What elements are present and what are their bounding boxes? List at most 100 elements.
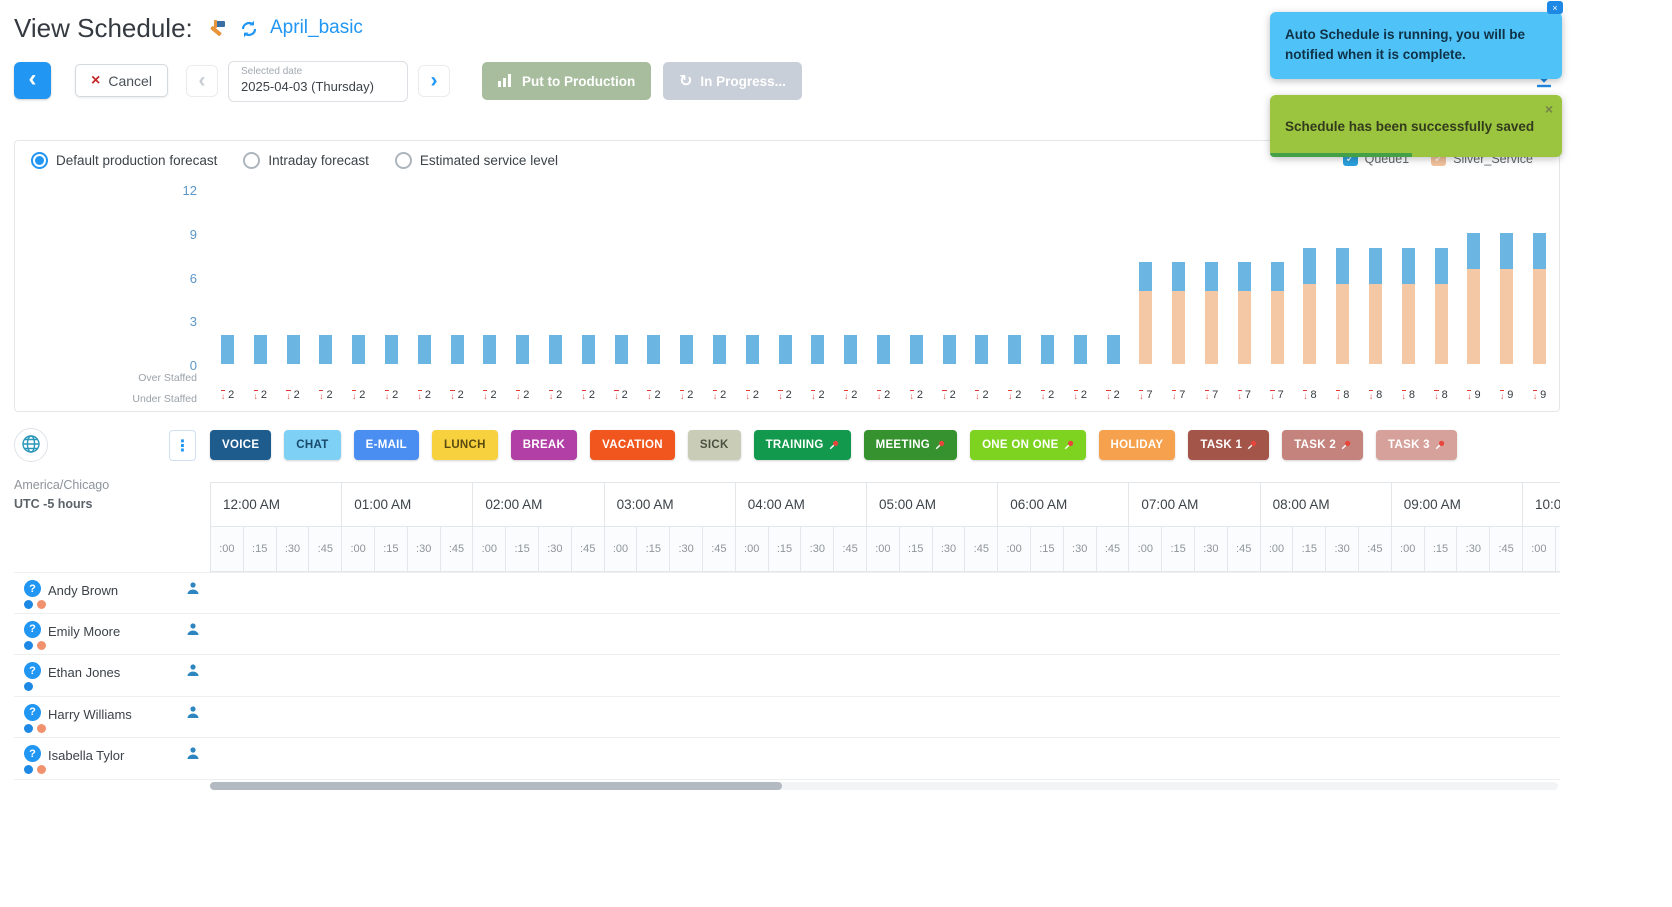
understaffed-badge: ↓8 xyxy=(1293,387,1326,403)
pin-icon xyxy=(1341,440,1351,450)
selected-date-value: 2025-04-03 (Thursday) xyxy=(241,79,407,94)
hour-header-cell: 12:00 AM xyxy=(210,482,341,527)
chart-bar-queue1 xyxy=(779,335,792,364)
activity-chip-training[interactable]: TRAINING xyxy=(754,430,851,460)
close-icon: × xyxy=(91,72,100,90)
understaffed-badge: ↓2 xyxy=(670,387,703,403)
understaffed-arrow-icon: ↓ xyxy=(1369,390,1373,401)
understaffed-arrow-icon: ↓ xyxy=(614,390,618,401)
understaffed-badge: ↓9 xyxy=(1457,387,1490,403)
chart-bar-queue1 xyxy=(877,335,890,364)
interval-header-cell: :15 xyxy=(1424,527,1457,572)
activity-dot xyxy=(24,765,33,774)
schedule-name-link[interactable]: April_basic xyxy=(270,17,363,39)
understaffed-count: 2 xyxy=(589,389,595,401)
understaffed-arrow-icon: ↓ xyxy=(1008,390,1012,401)
back-button[interactable]: ‹ xyxy=(14,62,51,99)
hour-header-cell: 06:00 AM xyxy=(997,482,1128,527)
next-day-button[interactable]: › xyxy=(418,65,450,97)
person-icon[interactable] xyxy=(186,705,200,724)
view-schedule-page: View Schedule: April_basic ‹ ×Cancel ‹ S… xyxy=(0,0,1672,907)
chart-bar-queue1 xyxy=(1041,335,1054,364)
put-to-production-button[interactable]: Put to Production xyxy=(482,62,651,100)
help-icon[interactable]: ? xyxy=(24,580,41,597)
chart-bar-queue1 xyxy=(1500,233,1513,269)
activity-chip-holiday[interactable]: HOLIDAY xyxy=(1099,430,1176,460)
understaffed-count: 2 xyxy=(622,389,628,401)
activity-chip-lunch[interactable]: LUNCH xyxy=(432,430,498,460)
chart-bar-silver-service xyxy=(1336,284,1349,364)
help-icon[interactable]: ? xyxy=(24,662,41,679)
understaffed-arrow-icon: ↓ xyxy=(1139,390,1143,401)
person-icon[interactable] xyxy=(186,663,200,682)
corner-close-icon[interactable]: × xyxy=(1547,1,1563,14)
hour-header-cell: 08:00 AM xyxy=(1260,482,1391,527)
understaffed-badge: ↓2 xyxy=(408,387,441,403)
scrollbar-thumb[interactable] xyxy=(210,782,782,790)
activity-chip-label: ONE ON ONE xyxy=(982,439,1058,451)
chart-bar-queue1 xyxy=(943,335,956,364)
understaffed-badge: ↓2 xyxy=(473,387,506,403)
sync-icon[interactable] xyxy=(239,19,259,44)
understaffed-arrow-icon: ↓ xyxy=(647,390,651,401)
timezone-globe-button[interactable] xyxy=(14,428,48,462)
help-icon[interactable]: ? xyxy=(24,704,41,721)
activity-chip-one-on-one[interactable]: ONE ON ONE xyxy=(970,430,1085,460)
toast-close-icon[interactable]: × xyxy=(1545,101,1553,117)
activity-dots xyxy=(24,765,46,774)
understaffed-arrow-icon: ↓ xyxy=(385,390,389,401)
understaffed-badge: ↓2 xyxy=(998,387,1031,403)
activity-chip-task-2[interactable]: TASK 2 xyxy=(1282,430,1363,460)
previous-day-button[interactable]: ‹ xyxy=(186,65,218,97)
interval-header-cell: :15 xyxy=(899,527,932,572)
toast-info-message: Auto Schedule is running, you will be no… xyxy=(1285,27,1525,62)
understaffed-badge: ↓7 xyxy=(1261,387,1294,403)
understaffed-arrow-icon: ↓ xyxy=(221,390,225,401)
understaffed-count: 2 xyxy=(261,389,267,401)
person-icon[interactable] xyxy=(186,622,200,641)
activity-chip-label: TASK 3 xyxy=(1388,439,1430,451)
understaffed-arrow-icon: ↓ xyxy=(1270,390,1274,401)
activity-chip-voice[interactable]: VOICE xyxy=(210,430,271,460)
hour-header-cell: 09:00 AM xyxy=(1391,482,1522,527)
understaffed-arrow-icon: ↓ xyxy=(319,390,323,401)
cancel-button[interactable]: ×Cancel xyxy=(75,64,168,97)
horizontal-scrollbar[interactable] xyxy=(210,782,1558,790)
person-icon[interactable] xyxy=(186,746,200,765)
y-axis-tick: 3 xyxy=(135,315,197,329)
chart-bar-silver-service xyxy=(1205,291,1218,364)
understaffed-count: 7 xyxy=(1212,389,1218,401)
help-icon[interactable]: ? xyxy=(24,745,41,762)
activity-chip-label: CHAT xyxy=(296,439,328,451)
activity-chip-meeting[interactable]: MEETING xyxy=(864,430,958,460)
understaffed-count: 2 xyxy=(1081,389,1087,401)
interval-header-cell: :45 xyxy=(702,527,735,572)
understaffed-count: 2 xyxy=(884,389,890,401)
activity-chip-label: HOLIDAY xyxy=(1111,439,1164,451)
understaffed-badge: ↓7 xyxy=(1195,387,1228,403)
understaffed-badge: ↓9 xyxy=(1490,387,1523,403)
understaffed-badge: ↓2 xyxy=(1097,387,1130,403)
activity-dot xyxy=(37,600,46,609)
interval-header-cell: :30 xyxy=(1325,527,1358,572)
activity-chip-e-mail[interactable]: E-MAIL xyxy=(354,430,419,460)
understaffed-arrow-icon: ↓ xyxy=(1303,390,1307,401)
help-icon[interactable]: ? xyxy=(24,621,41,638)
activity-chip-break[interactable]: BREAK xyxy=(511,430,577,460)
activity-chip-vacation[interactable]: VACATION xyxy=(590,430,675,460)
activity-chip-task-3[interactable]: TASK 3 xyxy=(1376,430,1457,460)
activity-chip-chat[interactable]: CHAT xyxy=(284,430,340,460)
understaffed-badge: ↓2 xyxy=(900,387,933,403)
person-icon[interactable] xyxy=(186,581,200,600)
chart-bar-queue1 xyxy=(1303,248,1316,284)
understaffed-badge: ↓2 xyxy=(637,387,670,403)
activity-dot xyxy=(24,641,33,650)
selected-date-field[interactable]: Selected date 2025-04-03 (Thursday) xyxy=(228,61,408,102)
chart-bar-silver-service xyxy=(1369,284,1382,364)
activity-chip-sick[interactable]: SICK xyxy=(688,430,741,460)
hour-header-cell: 07:00 AM xyxy=(1128,482,1259,527)
more-options-button[interactable]: ⋮ xyxy=(169,430,196,461)
chart-bar-queue1 xyxy=(418,335,431,364)
chart-bar-queue1 xyxy=(746,335,759,364)
activity-chip-task-1[interactable]: TASK 1 xyxy=(1188,430,1269,460)
